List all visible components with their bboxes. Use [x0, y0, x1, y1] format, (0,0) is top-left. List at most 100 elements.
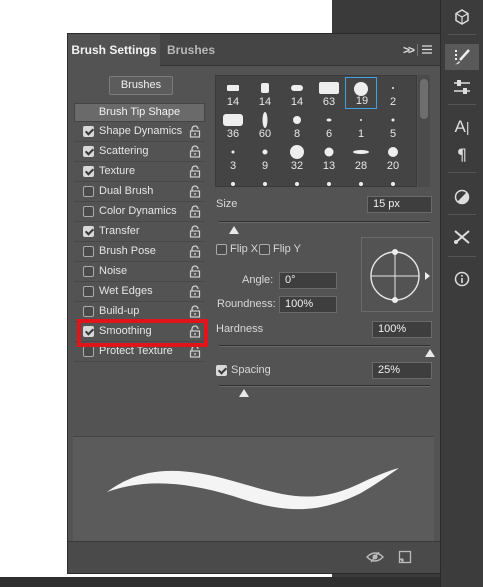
flip-y-checkbox[interactable] [259, 244, 270, 255]
roundness-field[interactable]: 100% [279, 296, 337, 313]
adjustments-icon[interactable] [445, 74, 479, 100]
brush-option-color-dynamics[interactable]: Color Dynamics [74, 202, 205, 222]
brush-tip-cell[interactable] [217, 173, 249, 186]
brush-tip-shape-item[interactable]: Brush Tip Shape [74, 103, 205, 122]
option-label: Texture [99, 165, 136, 177]
brush-option-shape-dynamics[interactable]: Shape Dynamics [74, 122, 205, 142]
lock-icon[interactable] [189, 245, 201, 258]
brush-tip-cell[interactable]: 32 [281, 141, 313, 173]
option-checkbox[interactable] [83, 186, 94, 197]
lock-icon[interactable] [189, 205, 201, 218]
option-checkbox[interactable] [83, 266, 94, 277]
brush-tip-cell[interactable]: 14 [217, 77, 249, 109]
brush-tip-cell[interactable]: 6 [313, 109, 345, 141]
brush-tip-cell[interactable] [345, 173, 377, 186]
option-checkbox[interactable] [83, 166, 94, 177]
brush-settings-icon[interactable] [445, 44, 479, 70]
brush-option-texture[interactable]: Texture [74, 162, 205, 182]
brush-option-transfer[interactable]: Transfer [74, 222, 205, 242]
brush-tip-cell[interactable]: 8 [281, 109, 313, 141]
brush-option-brush-pose[interactable]: Brush Pose [74, 242, 205, 262]
character-icon[interactable]: A| [445, 114, 479, 140]
option-checkbox[interactable] [83, 346, 94, 357]
brush-tip-grid-scrollbar[interactable] [418, 75, 430, 187]
brush-tip-cell[interactable]: 63 [313, 77, 345, 109]
brush-tip-cell[interactable]: 19 [345, 77, 377, 109]
info-icon[interactable] [445, 266, 479, 292]
brush-tip-shape [326, 118, 332, 122]
brush-tip-cell[interactable]: 9 [249, 141, 281, 173]
brush-tip-cell[interactable]: 2 [377, 77, 409, 109]
brush-tip-cell[interactable]: 60 [249, 109, 281, 141]
panel-menu-icon[interactable] [422, 43, 432, 57]
lock-icon[interactable] [189, 265, 201, 278]
scroll-thumb[interactable] [420, 79, 428, 119]
new-brush-icon[interactable] [398, 550, 412, 567]
color-wheel-icon[interactable] [445, 184, 479, 210]
brush-tip-cell[interactable]: 3 [217, 141, 249, 173]
brush-tip-cell[interactable] [377, 173, 409, 186]
brush-tip-cell[interactable] [281, 173, 313, 186]
brush-tip-cell[interactable] [313, 173, 345, 186]
option-checkbox[interactable] [83, 246, 94, 257]
panel-controls: >> [403, 43, 432, 57]
lock-icon[interactable] [189, 285, 201, 298]
brush-option-dual-brush[interactable]: Dual Brush [74, 182, 205, 202]
lock-icon[interactable] [189, 125, 201, 138]
toggle-preview-icon[interactable] [366, 550, 384, 567]
brush-tip-shape [231, 150, 235, 154]
size-slider-track[interactable] [219, 221, 430, 223]
spacing-slider-thumb[interactable] [239, 389, 250, 397]
tab-brushes[interactable]: Brushes [164, 34, 218, 66]
brush-tip-cell[interactable]: 14 [249, 77, 281, 109]
option-label: Shape Dynamics [99, 125, 183, 137]
brush-tip-cell[interactable]: 28 [345, 141, 377, 173]
brush-tip-shape [227, 85, 239, 91]
brush-tip-shape [392, 87, 394, 89]
paragraph-icon[interactable]: ¶ [445, 141, 479, 167]
collapse-icon[interactable]: >> [403, 43, 415, 57]
lock-icon[interactable] [189, 305, 201, 318]
brush-tip-cell[interactable]: 14 [281, 77, 313, 109]
option-checkbox[interactable] [83, 226, 94, 237]
tab-brush-settings[interactable]: Brush Settings [68, 34, 160, 66]
option-checkbox[interactable] [83, 306, 94, 317]
brush-tip-cell[interactable]: 13 [313, 141, 345, 173]
spacing-checkbox[interactable] [216, 365, 227, 376]
hardness-slider-track[interactable] [219, 345, 430, 347]
lock-icon[interactable] [189, 145, 201, 158]
brush-tip-shape [295, 182, 299, 186]
size-slider-thumb[interactable] [228, 226, 239, 234]
brush-tip-cell[interactable]: 20 [377, 141, 409, 173]
brush-tip-cell[interactable] [249, 173, 281, 186]
angle-label: Angle: [242, 274, 274, 286]
lock-icon[interactable] [189, 185, 201, 198]
lock-icon[interactable] [189, 225, 201, 238]
angle-roundness-widget[interactable] [361, 237, 433, 312]
brushes-button[interactable]: Brushes [109, 76, 173, 95]
hardness-slider-thumb[interactable] [425, 349, 435, 357]
brush-option-scattering[interactable]: Scattering [74, 142, 205, 162]
angle-field[interactable]: 0° [279, 272, 337, 289]
angle-dial-icon [370, 249, 430, 303]
hardness-field[interactable]: 100% [372, 321, 432, 338]
lock-icon[interactable] [189, 165, 201, 178]
option-checkbox[interactable] [83, 126, 94, 137]
3d-icon[interactable] [445, 4, 479, 30]
toolbar-divider [448, 172, 476, 173]
brush-tip-shape [290, 145, 304, 159]
flip-x-checkbox[interactable] [216, 244, 227, 255]
brush-option-wet-edges[interactable]: Wet Edges [74, 282, 205, 302]
option-checkbox[interactable] [83, 206, 94, 217]
brush-option-noise[interactable]: Noise [74, 262, 205, 282]
brush-tip-cell[interactable]: 36 [217, 109, 249, 141]
option-checkbox[interactable] [83, 286, 94, 297]
brush-tip-cell[interactable]: 5 [377, 109, 409, 141]
spacing-slider-track[interactable] [219, 385, 430, 387]
spacing-field[interactable]: 25% [372, 362, 432, 379]
brush-tip-shape [324, 147, 334, 157]
option-checkbox[interactable] [83, 146, 94, 157]
size-field[interactable]: 15 px [367, 196, 432, 213]
brush-tip-cell[interactable]: 1 [345, 109, 377, 141]
tools-icon[interactable] [445, 224, 479, 250]
